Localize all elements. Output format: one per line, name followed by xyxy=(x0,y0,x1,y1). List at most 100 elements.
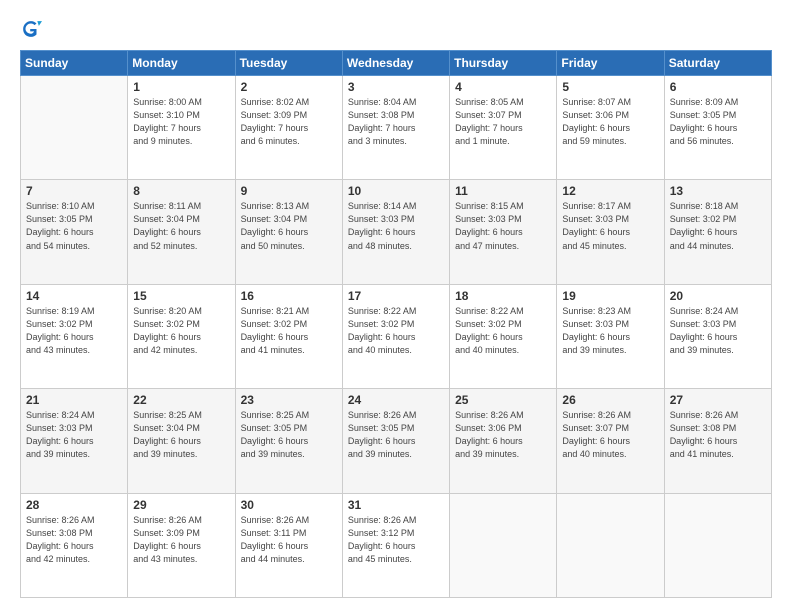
day-number: 12 xyxy=(562,184,658,198)
calendar-week-1: 7 Sunrise: 8:10 AM Sunset: 3:05 PM Daylig… xyxy=(21,180,772,284)
day-number: 4 xyxy=(455,80,551,94)
table-row xyxy=(557,493,664,597)
table-row: 27 Sunrise: 8:26 AM Sunset: 3:08 PM Dayli… xyxy=(664,389,771,493)
table-row: 30Sunrise: 8:26 AM Sunset: 3:11 PM Dayli… xyxy=(235,493,342,597)
table-row: 17Sunrise: 8:22 AM Sunset: 3:02 PM Dayli… xyxy=(342,284,449,388)
day-detail: Sunrise: 8:25 AM Sunset: 3:04 PM Dayligh… xyxy=(133,409,229,461)
day-number: 11 xyxy=(455,184,551,198)
day-detail: Sunrise: 8:21 AM Sunset: 3:02 PM Dayligh… xyxy=(241,305,337,357)
table-row: 8Sunrise: 8:11 AM Sunset: 3:04 PM Daylig… xyxy=(128,180,235,284)
day-detail: Sunrise: 8:10 AM Sunset: 3:05 PM Dayligh… xyxy=(26,200,122,252)
table-row: 19Sunrise: 8:23 AM Sunset: 3:03 PM Dayli… xyxy=(557,284,664,388)
day-number: 15 xyxy=(133,289,229,303)
table-row xyxy=(450,493,557,597)
day-detail: Sunrise: 8:11 AM Sunset: 3:04 PM Dayligh… xyxy=(133,200,229,252)
day-number: 9 xyxy=(241,184,337,198)
day-detail: Sunrise: 8:26 AM Sunset: 3:12 PM Dayligh… xyxy=(348,514,444,566)
table-row: 12 Sunrise: 8:17 AM Sunset: 3:03 PM Dayli… xyxy=(557,180,664,284)
day-detail: Sunrise: 8:26 AM Sunset: 3:07 PM Dayligh… xyxy=(562,409,658,461)
day-detail: Sunrise: 8:24 AM Sunset: 3:03 PM Dayligh… xyxy=(26,409,122,461)
day-detail: Sunrise: 8:15 AM Sunset: 3:03 PM Dayligh… xyxy=(455,200,551,252)
day-detail: Sunrise: 8:17 AM Sunset: 3:03 PM Dayligh… xyxy=(562,200,658,252)
day-detail: Sunrise: 8:22 AM Sunset: 3:02 PM Dayligh… xyxy=(455,305,551,357)
day-number: 16 xyxy=(241,289,337,303)
day-detail: Sunrise: 8:05 AM Sunset: 3:07 PM Dayligh… xyxy=(455,96,551,148)
day-detail: Sunrise: 8:02 AM Sunset: 3:09 PM Dayligh… xyxy=(241,96,337,148)
day-number: 6 xyxy=(670,80,766,94)
table-row: 16 Sunrise: 8:21 AM Sunset: 3:02 PM Dayli… xyxy=(235,284,342,388)
day-detail: Sunrise: 8:07 AM Sunset: 3:06 PM Dayligh… xyxy=(562,96,658,148)
table-row: 26 Sunrise: 8:26 AM Sunset: 3:07 PM Dayli… xyxy=(557,389,664,493)
table-row: 10Sunrise: 8:14 AM Sunset: 3:03 PM Dayli… xyxy=(342,180,449,284)
day-number: 2 xyxy=(241,80,337,94)
day-number: 31 xyxy=(348,498,444,512)
day-number: 21 xyxy=(26,393,122,407)
day-number: 1 xyxy=(133,80,229,94)
day-number: 18 xyxy=(455,289,551,303)
day-detail: Sunrise: 8:04 AM Sunset: 3:08 PM Dayligh… xyxy=(348,96,444,148)
day-detail: Sunrise: 8:26 AM Sunset: 3:11 PM Dayligh… xyxy=(241,514,337,566)
header xyxy=(20,18,772,40)
day-number: 27 xyxy=(670,393,766,407)
table-row: 24 Sunrise: 8:26 AM Sunset: 3:05 PM Dayli… xyxy=(342,389,449,493)
table-row: 21 Sunrise: 8:24 AM Sunset: 3:03 PM Dayli… xyxy=(21,389,128,493)
calendar-week-2: 14 Sunrise: 8:19 AM Sunset: 3:02 PM Dayli… xyxy=(21,284,772,388)
table-row: 29 Sunrise: 8:26 AM Sunset: 3:09 PM Dayli… xyxy=(128,493,235,597)
table-row xyxy=(21,76,128,180)
day-detail: Sunrise: 8:26 AM Sunset: 3:08 PM Dayligh… xyxy=(26,514,122,566)
day-detail: Sunrise: 8:26 AM Sunset: 3:09 PM Dayligh… xyxy=(133,514,229,566)
day-detail: Sunrise: 8:19 AM Sunset: 3:02 PM Dayligh… xyxy=(26,305,122,357)
day-number: 25 xyxy=(455,393,551,407)
table-row: 5 Sunrise: 8:07 AM Sunset: 3:06 PM Daylig… xyxy=(557,76,664,180)
day-number: 26 xyxy=(562,393,658,407)
table-row: 6 Sunrise: 8:09 AM Sunset: 3:05 PM Daylig… xyxy=(664,76,771,180)
day-number: 23 xyxy=(241,393,337,407)
day-number: 3 xyxy=(348,80,444,94)
day-detail: Sunrise: 8:13 AM Sunset: 3:04 PM Dayligh… xyxy=(241,200,337,252)
day-number: 14 xyxy=(26,289,122,303)
calendar-week-3: 21 Sunrise: 8:24 AM Sunset: 3:03 PM Dayli… xyxy=(21,389,772,493)
table-row: 23 Sunrise: 8:25 AM Sunset: 3:05 PM Dayli… xyxy=(235,389,342,493)
day-detail: Sunrise: 8:14 AM Sunset: 3:03 PM Dayligh… xyxy=(348,200,444,252)
day-number: 13 xyxy=(670,184,766,198)
day-number: 28 xyxy=(26,498,122,512)
table-row: 25 Sunrise: 8:26 AM Sunset: 3:06 PM Dayli… xyxy=(450,389,557,493)
day-number: 20 xyxy=(670,289,766,303)
day-number: 22 xyxy=(133,393,229,407)
day-number: 29 xyxy=(133,498,229,512)
col-monday: Monday xyxy=(128,51,235,76)
day-number: 7 xyxy=(26,184,122,198)
table-row: 11 Sunrise: 8:15 AM Sunset: 3:03 PM Dayli… xyxy=(450,180,557,284)
day-detail: Sunrise: 8:22 AM Sunset: 3:02 PM Dayligh… xyxy=(348,305,444,357)
day-detail: Sunrise: 8:24 AM Sunset: 3:03 PM Dayligh… xyxy=(670,305,766,357)
day-number: 24 xyxy=(348,393,444,407)
day-detail: Sunrise: 8:26 AM Sunset: 3:08 PM Dayligh… xyxy=(670,409,766,461)
table-row: 20 Sunrise: 8:24 AM Sunset: 3:03 PM Dayli… xyxy=(664,284,771,388)
col-saturday: Saturday xyxy=(664,51,771,76)
table-row: 1 Sunrise: 8:00 AM Sunset: 3:10 PM Daylig… xyxy=(128,76,235,180)
calendar-week-4: 28 Sunrise: 8:26 AM Sunset: 3:08 PM Dayli… xyxy=(21,493,772,597)
table-row: 18 Sunrise: 8:22 AM Sunset: 3:02 PM Dayli… xyxy=(450,284,557,388)
calendar-body: 1 Sunrise: 8:00 AM Sunset: 3:10 PM Daylig… xyxy=(21,76,772,598)
calendar-header: Sunday Monday Tuesday Wednesday Thursday… xyxy=(21,51,772,76)
day-detail: Sunrise: 8:00 AM Sunset: 3:10 PM Dayligh… xyxy=(133,96,229,148)
table-row: 13 Sunrise: 8:18 AM Sunset: 3:02 PM Dayli… xyxy=(664,180,771,284)
day-detail: Sunrise: 8:18 AM Sunset: 3:02 PM Dayligh… xyxy=(670,200,766,252)
table-row: 15Sunrise: 8:20 AM Sunset: 3:02 PM Dayli… xyxy=(128,284,235,388)
header-row: Sunday Monday Tuesday Wednesday Thursday… xyxy=(21,51,772,76)
col-friday: Friday xyxy=(557,51,664,76)
day-detail: Sunrise: 8:25 AM Sunset: 3:05 PM Dayligh… xyxy=(241,409,337,461)
day-detail: Sunrise: 8:09 AM Sunset: 3:05 PM Dayligh… xyxy=(670,96,766,148)
table-row: 3 Sunrise: 8:04 AM Sunset: 3:08 PM Daylig… xyxy=(342,76,449,180)
day-number: 5 xyxy=(562,80,658,94)
day-detail: Sunrise: 8:26 AM Sunset: 3:05 PM Dayligh… xyxy=(348,409,444,461)
col-wednesday: Wednesday xyxy=(342,51,449,76)
calendar-table: Sunday Monday Tuesday Wednesday Thursday… xyxy=(20,50,772,598)
day-detail: Sunrise: 8:26 AM Sunset: 3:06 PM Dayligh… xyxy=(455,409,551,461)
table-row: 2 Sunrise: 8:02 AM Sunset: 3:09 PM Daylig… xyxy=(235,76,342,180)
table-row: 4 Sunrise: 8:05 AM Sunset: 3:07 PM Daylig… xyxy=(450,76,557,180)
table-row: 22 Sunrise: 8:25 AM Sunset: 3:04 PM Dayli… xyxy=(128,389,235,493)
table-row: 14 Sunrise: 8:19 AM Sunset: 3:02 PM Dayli… xyxy=(21,284,128,388)
table-row: 7 Sunrise: 8:10 AM Sunset: 3:05 PM Daylig… xyxy=(21,180,128,284)
day-number: 19 xyxy=(562,289,658,303)
